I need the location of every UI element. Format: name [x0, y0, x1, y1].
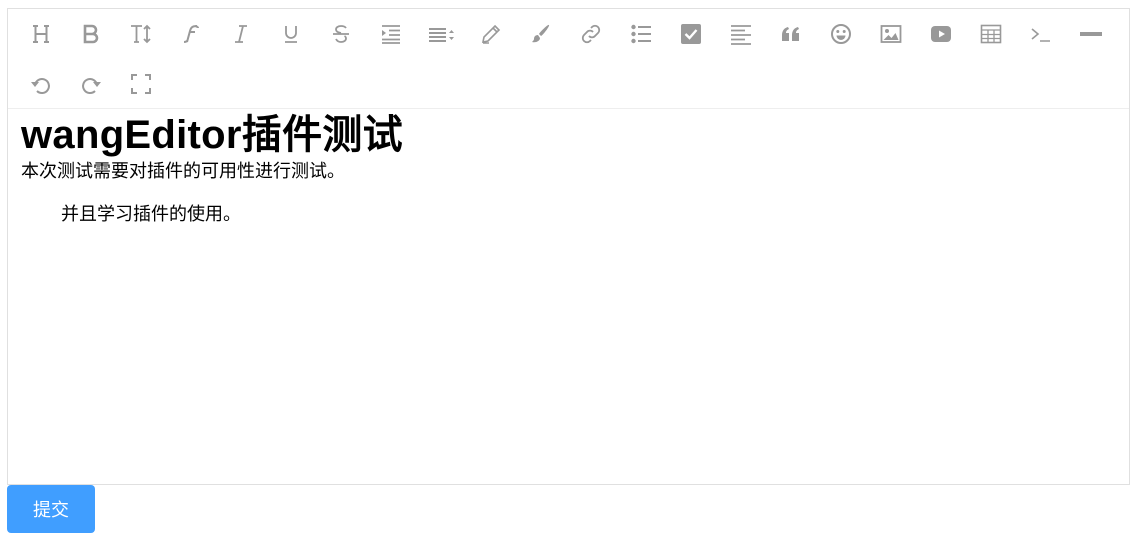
editor-toolbar [8, 9, 1129, 109]
font-color-button[interactable] [466, 14, 516, 54]
video-button[interactable] [916, 14, 966, 54]
line-height-button[interactable] [416, 14, 466, 54]
redo-icon [82, 78, 101, 94]
font-size-button[interactable] [116, 14, 166, 54]
submit-button[interactable]: 提交 [7, 485, 95, 533]
strikethrough-button[interactable] [316, 14, 366, 54]
toolbar-row-1 [16, 9, 1121, 59]
bulleted-list-button[interactable] [616, 14, 666, 54]
underline-icon [285, 26, 297, 43]
align-left-icon [731, 25, 751, 45]
italic-button[interactable] [216, 14, 266, 54]
line-height-icon [429, 28, 454, 42]
table-button[interactable] [966, 14, 1016, 54]
rich-text-editor: wangEditor插件测试 本次测试需要对插件的可用性进行测试。 并且学习插件… [7, 8, 1130, 485]
font-size-icon [131, 24, 151, 44]
horizontal-rule-icon [1080, 32, 1102, 36]
heading-button[interactable] [16, 14, 66, 54]
video-icon [931, 26, 951, 42]
underline-button[interactable] [266, 14, 316, 54]
undo-button[interactable] [16, 64, 66, 104]
code-button[interactable] [1016, 14, 1066, 54]
heading-icon [33, 25, 49, 43]
link-button[interactable] [566, 14, 616, 54]
toolbar-row-2 [16, 59, 166, 109]
quote-button[interactable] [766, 14, 816, 54]
background-color-button[interactable] [516, 14, 566, 54]
bulleted-list-icon [631, 24, 651, 44]
paint-brush-icon [532, 24, 550, 43]
checkbox-icon [681, 24, 701, 44]
smiley-icon [831, 24, 851, 44]
bold-button[interactable] [66, 14, 116, 54]
indent-button[interactable] [366, 14, 416, 54]
font-family-button[interactable] [166, 14, 216, 54]
image-button[interactable] [866, 14, 916, 54]
image-icon [880, 25, 902, 43]
pencil-icon [481, 24, 501, 44]
italic-icon [235, 25, 247, 43]
strikethrough-icon [333, 25, 349, 43]
indent-icon [382, 25, 400, 44]
horizontal-rule-button[interactable] [1066, 14, 1116, 54]
content-paragraph-indented: 并且学习插件的使用。 [61, 204, 241, 224]
undo-icon [31, 78, 50, 94]
content-paragraph: 本次测试需要对插件的可用性进行测试。 [21, 161, 345, 181]
content-heading: wangEditor插件测试 [21, 113, 403, 157]
todo-button[interactable] [666, 14, 716, 54]
font-family-icon [183, 25, 199, 43]
justify-button[interactable] [716, 14, 766, 54]
code-icon [1031, 28, 1050, 42]
redo-button[interactable] [66, 64, 116, 104]
fullscreen-button[interactable] [116, 64, 166, 104]
table-icon [980, 24, 1002, 44]
emoticon-button[interactable] [816, 14, 866, 54]
fullscreen-icon [131, 74, 151, 94]
bold-icon [83, 24, 99, 44]
link-icon [581, 24, 601, 44]
editor-content-area[interactable]: wangEditor插件测试 本次测试需要对插件的可用性进行测试。 并且学习插件… [21, 111, 1119, 476]
quote-icon [782, 27, 799, 41]
